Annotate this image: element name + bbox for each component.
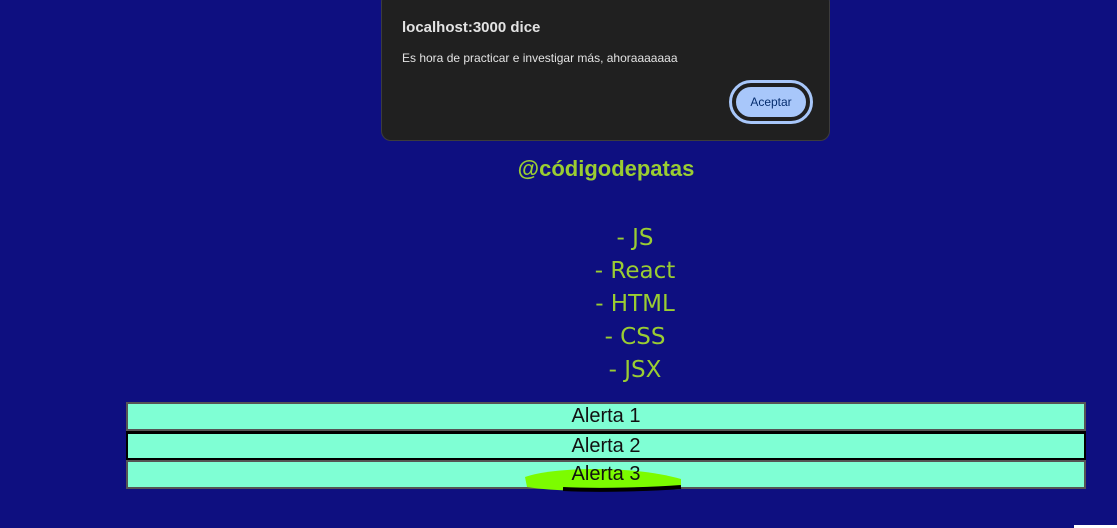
alert-3-button[interactable]: Alerta 3	[126, 460, 1086, 489]
dialog-message: Es hora de practicar e investigar más, a…	[402, 51, 678, 65]
tech-item-jsx: - JSX	[608, 357, 662, 383]
tech-item-html: - HTML	[595, 291, 675, 317]
tech-item-react: - React	[594, 258, 676, 284]
alert-1-label: Alerta 1	[571, 405, 641, 427]
dialog-title: localhost:3000 dice	[402, 19, 541, 36]
dialog-ok-label: Aceptar	[734, 85, 808, 119]
tech-list: - JS - React - HTML - CSS - JSX	[0, 222, 1117, 387]
tech-item-js: - JS	[616, 225, 654, 251]
alert-2-label: Alerta 2	[571, 434, 641, 457]
page-heading: @códigodepatas	[517, 156, 695, 181]
alert-3-label: Alerta 3	[571, 463, 641, 485]
tech-item-css: - CSS	[604, 324, 666, 350]
alert-1-button[interactable]: Alerta 1	[126, 402, 1086, 431]
alert-dialog: localhost:3000 dice Es hora de practicar…	[381, 0, 830, 141]
dialog-ok-button[interactable]: Aceptar	[729, 80, 813, 124]
alert-2-button[interactable]: Alerta 2	[126, 431, 1086, 460]
